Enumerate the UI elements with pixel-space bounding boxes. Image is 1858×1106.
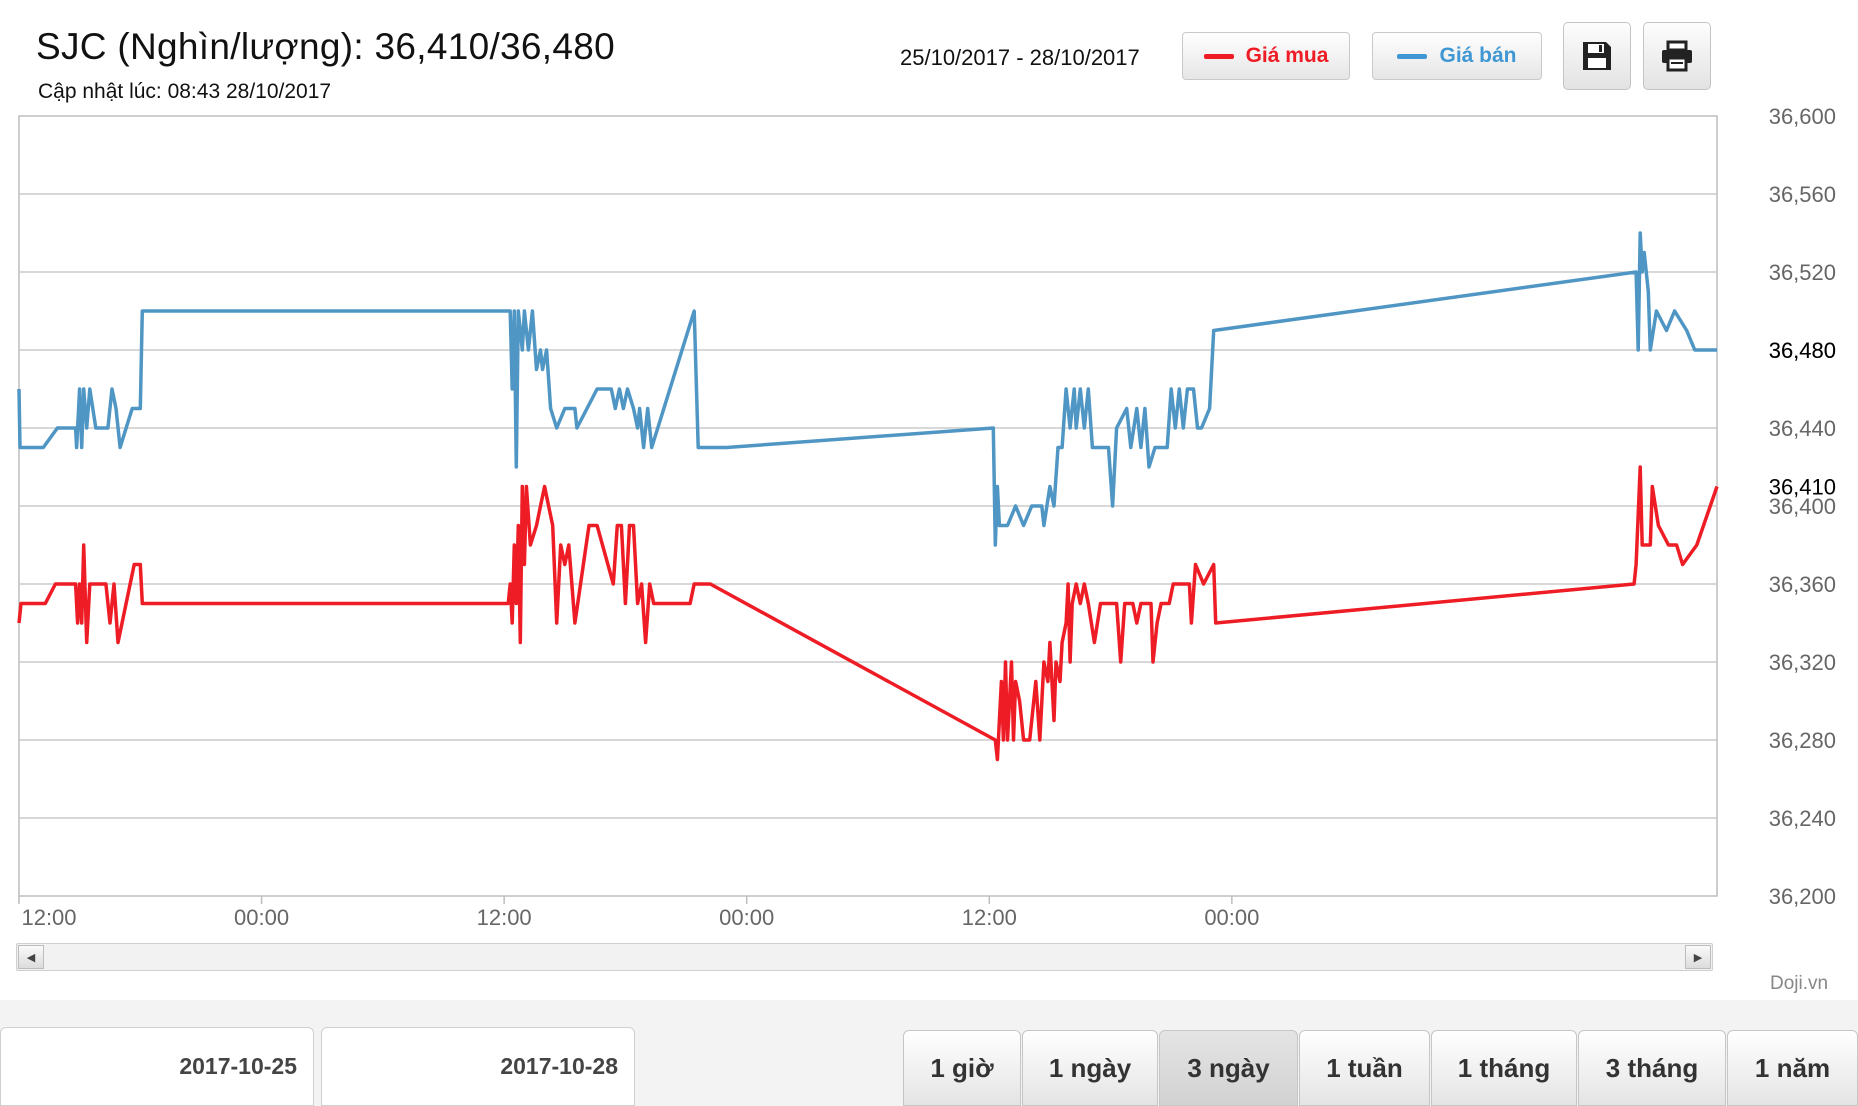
- range-1d-button[interactable]: 1 ngày: [1022, 1030, 1158, 1106]
- watermark: Doji.vn: [1770, 973, 1829, 994]
- y-tick-label: 36,440: [1769, 416, 1836, 441]
- y-tick-label: 36,360: [1769, 572, 1836, 597]
- grid-lines: [19, 193, 1717, 819]
- y-tick-label: 36,560: [1769, 182, 1836, 207]
- x-tick-label: 12:00: [21, 905, 76, 930]
- scroll-left-icon[interactable]: ◀: [18, 945, 44, 969]
- series-sell-line: [17, 231, 1717, 547]
- y-tick-label: 36,240: [1769, 806, 1836, 831]
- x-tick-label: 00:00: [719, 905, 774, 930]
- range-3m-button[interactable]: 3 tháng: [1578, 1030, 1726, 1106]
- price-chart: 36,20036,24036,28036,32036,36036,40036,4…: [17, 104, 1836, 930]
- y-axis: 36,20036,24036,28036,32036,36036,40036,4…: [1769, 104, 1836, 909]
- x-axis: 12:00 00:00 12:00 00:00 12:00 00:00: [18, 896, 1259, 930]
- series-layer: [17, 231, 1719, 762]
- y-tick-label: 36,200: [1769, 884, 1836, 909]
- current-sell-label: 36,480: [1769, 338, 1836, 363]
- x-tick-label: 12:00: [477, 905, 532, 930]
- range-1y-button[interactable]: 1 năm: [1727, 1030, 1858, 1106]
- x-tick-label: 00:00: [1204, 905, 1259, 930]
- chart-scrollbar[interactable]: ◀ ▶: [16, 943, 1713, 971]
- y-tick-label: 36,520: [1769, 260, 1836, 285]
- current-buy-label: 36,410: [1769, 475, 1836, 500]
- range-1h-button[interactable]: 1 giờ: [903, 1030, 1021, 1106]
- date-from-input[interactable]: 2017-10-25: [0, 1027, 314, 1106]
- x-tick-label: 12:00: [962, 905, 1017, 930]
- y-tick-label: 36,600: [1769, 104, 1836, 129]
- date-to-input[interactable]: 2017-10-28: [321, 1027, 635, 1106]
- range-3d-button[interactable]: 3 ngày: [1159, 1030, 1298, 1106]
- y-tick-label: 36,280: [1769, 728, 1836, 753]
- x-tick-label: 00:00: [234, 905, 289, 930]
- y-tick-label: 36,320: [1769, 650, 1836, 675]
- series-buy-line: [17, 465, 1719, 762]
- scroll-right-icon[interactable]: ▶: [1685, 945, 1711, 969]
- range-1w-button[interactable]: 1 tuần: [1299, 1030, 1430, 1106]
- range-1m-button[interactable]: 1 tháng: [1431, 1030, 1577, 1106]
